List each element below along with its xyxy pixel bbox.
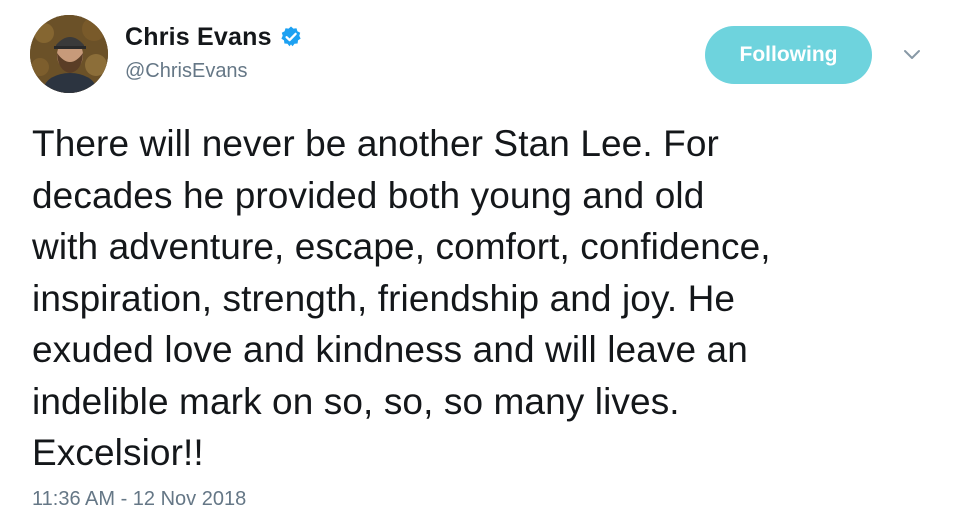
following-button[interactable]: Following: [705, 26, 872, 84]
user-info: Chris Evans @ChrisEvans: [125, 20, 303, 83]
name-row: Chris Evans: [125, 20, 303, 54]
avatar-photo: [30, 15, 108, 93]
chevron-down-icon[interactable]: [900, 46, 924, 64]
verified-badge-icon: [279, 25, 303, 49]
tweet-timestamp[interactable]: 11:36 AM - 12 Nov 2018: [32, 488, 246, 511]
avatar[interactable]: [30, 15, 108, 93]
tweet-card: Chris Evans @ChrisEvans Following There …: [0, 0, 966, 520]
user-handle[interactable]: @ChrisEvans: [125, 60, 303, 83]
display-name[interactable]: Chris Evans: [125, 23, 272, 52]
tweet-text: There will never be another Stan Lee. Fo…: [32, 123, 771, 473]
